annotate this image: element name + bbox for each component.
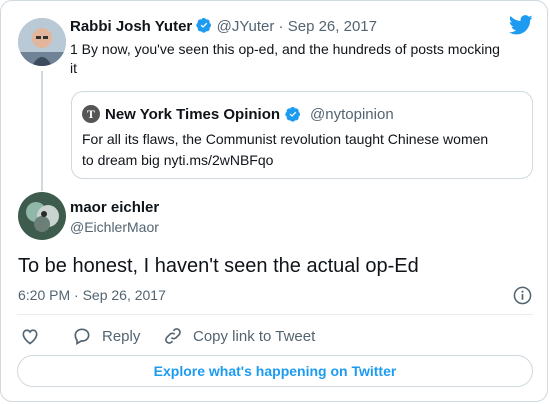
tweet-text-line: to dream big nyti.ms/2wNBFqo [82,152,274,168]
like-action[interactable] [20,326,40,351]
twitter-bird-icon[interactable] [509,15,533,35]
reply-action[interactable]: Reply [72,326,140,346]
tweet-text-line: it [70,60,77,76]
tweet-text-line: 1 By now, you've seen this op-ed, and th… [70,41,500,57]
author-name[interactable]: Rabbi Josh Yuter [70,18,192,35]
main-tweet-author: maor eichler @EichlerMaor [70,199,159,235]
quoted-tweet-text: For all its flaws, the Communist revolut… [82,129,522,171]
link-icon[interactable] [163,326,183,346]
author-name[interactable]: maor eichler [70,199,159,216]
copy-link-label[interactable]: Copy link to Tweet [193,328,315,345]
explore-button[interactable]: Explore what's happening on Twitter [17,355,533,387]
nyt-logo-icon: T [82,105,100,123]
thread-connector-line [41,71,43,191]
quoted-tweet[interactable]: T New York Times Opinion @nytopinion For… [71,91,533,179]
separator-dot: · [278,18,284,35]
parent-tweet-header: Rabbi Josh Yuter @JYuter · Sep 26, 2017 [70,17,377,35]
author-handle[interactable]: @JYuter [217,18,275,35]
author-handle[interactable]: @EichlerMaor [70,219,159,235]
explore-label[interactable]: Explore what's happening on Twitter [154,363,397,379]
verified-badge-icon [196,18,212,33]
embedded-tweet-card: Rabbi Josh Yuter @JYuter · Sep 26, 2017 … [0,0,548,402]
svg-text:T: T [87,107,95,121]
quoted-tweet-header: T New York Times Opinion @nytopinion [82,105,394,123]
quoted-author-name: New York Times Opinion [105,105,281,123]
quoted-author-handle: @nytopinion [310,105,394,123]
avatar-image [18,192,66,240]
info-icon[interactable] [513,286,532,305]
main-tweet-text: To be honest, I haven't seen the actual … [18,255,419,277]
heart-icon[interactable] [20,326,40,346]
tweet-text-line: For all its flaws, the Communist revolut… [82,131,489,147]
avatar[interactable] [18,192,66,240]
copy-link-action[interactable]: Copy link to Tweet [163,326,315,346]
tweet-timestamp[interactable]: 6:20 PM · Sep 26, 2017 [18,287,166,303]
avatar[interactable] [18,18,66,66]
verified-badge-icon [285,107,301,122]
avatar-image [18,18,66,66]
tweet-date[interactable]: Sep 26, 2017 [288,18,377,35]
reply-label[interactable]: Reply [102,328,140,345]
reply-icon[interactable] [72,326,92,346]
divider [17,314,533,315]
parent-tweet-text: 1 By now, you've seen this op-ed, and th… [70,40,530,78]
